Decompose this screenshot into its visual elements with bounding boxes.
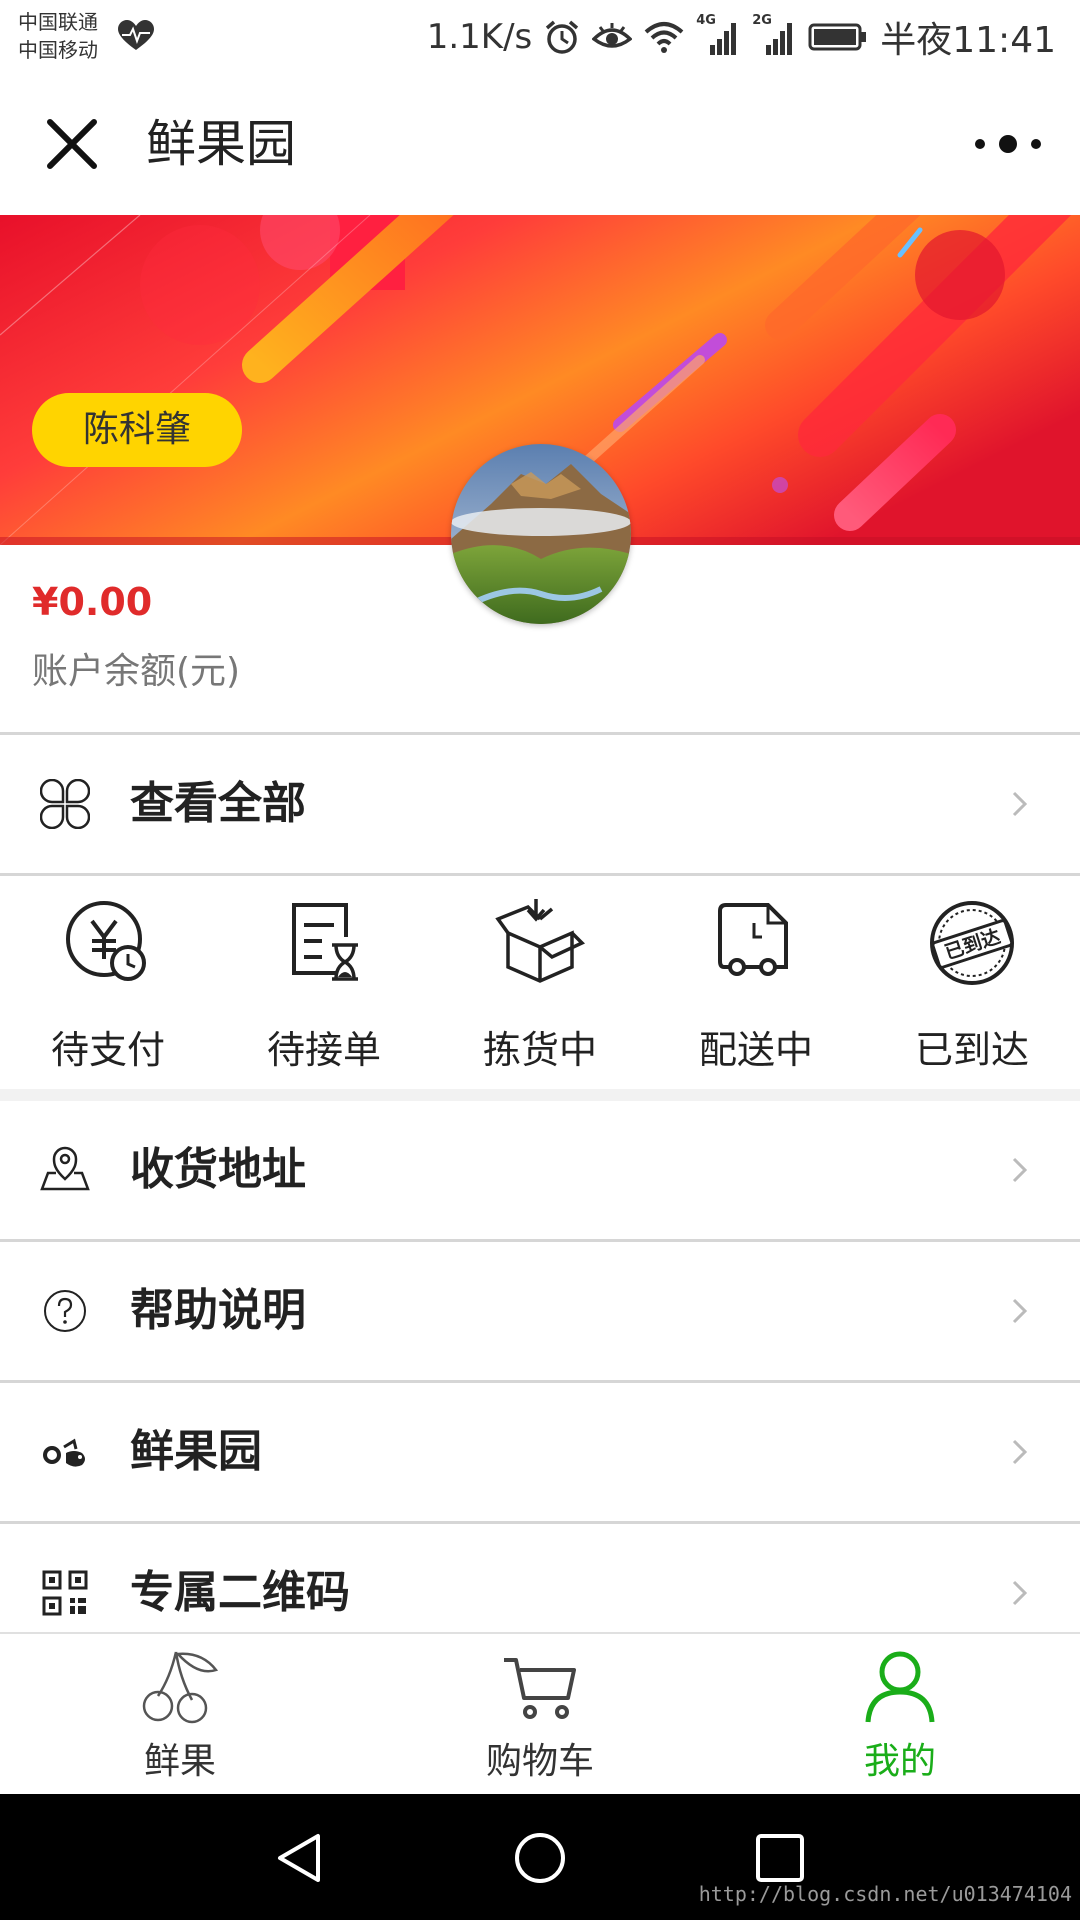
signal-2: 2G — [752, 13, 796, 57]
yuan-clock-icon — [66, 901, 146, 981]
chevron-right-icon — [1012, 1298, 1028, 1324]
section-gap — [0, 1089, 1080, 1101]
alarm-icon — [546, 20, 579, 54]
order-status-pending-payment[interactable]: 待支付 — [0, 877, 216, 1089]
tab-label: 我的 — [863, 1741, 936, 1782]
chevron-right-icon — [1012, 1439, 1028, 1465]
user-name-badge: 陈科肇 — [32, 393, 242, 467]
order-status-bar: 待支付 待接单 拣货中 配送中 已到达 已到达 — [0, 877, 1080, 1089]
delivery-truck-icon — [718, 903, 788, 976]
carrier-info: 中国联通 中国移动 — [18, 8, 98, 64]
qr-code-icon — [42, 1570, 88, 1616]
app-header: 鲜果园 — [0, 74, 1080, 214]
status-bar: 中国联通 中国移动 1.1K/s 4G 2G 半夜11:41 — [0, 0, 1080, 74]
carrier-1: 中国联通 — [18, 10, 98, 34]
wifi-icon — [644, 22, 684, 53]
order-status-awaiting-acceptance[interactable]: 待接单 — [216, 877, 432, 1089]
page-title: 鲜果园 — [146, 115, 296, 173]
view-all-orders-row[interactable]: 查看全部 — [0, 735, 1080, 873]
user-icon — [865, 1651, 935, 1723]
tab-fruit[interactable]: 鲜果 — [0, 1634, 360, 1796]
more-options-icon[interactable] — [970, 124, 1050, 164]
order-status-label: 配送中 — [698, 1028, 813, 1072]
order-status-label: 待支付 — [50, 1028, 165, 1072]
back-icon[interactable] — [272, 1830, 328, 1886]
menu-item-label: 帮助说明 — [130, 1285, 306, 1336]
avatar[interactable] — [451, 444, 631, 624]
location-pin-icon — [40, 1146, 90, 1191]
close-icon[interactable] — [40, 112, 104, 176]
home-icon[interactable] — [512, 1830, 568, 1886]
order-status-label: 待接单 — [266, 1028, 381, 1072]
clock-time: 半夜11:41 — [880, 20, 1056, 61]
order-status-label: 拣货中 — [482, 1028, 597, 1072]
menu-item-qr-code[interactable]: 专属二维码 — [0, 1524, 1080, 1632]
divider — [0, 873, 1080, 876]
signal-bars-icon — [710, 23, 737, 55]
order-status-arrived[interactable]: 已到达 已到达 — [864, 877, 1080, 1089]
eye-icon — [592, 23, 633, 48]
menu-item-label: 鲜果园 — [130, 1426, 262, 1477]
order-status-label: 已到达 — [914, 1028, 1029, 1072]
package-icon — [495, 899, 586, 983]
tab-label: 购物车 — [485, 1741, 594, 1782]
question-circle-icon — [44, 1290, 86, 1332]
signal-1: 4G — [696, 13, 740, 57]
chevron-right-icon — [1012, 1580, 1028, 1606]
recent-apps-icon[interactable] — [752, 1830, 808, 1886]
bottom-tab-bar: 鲜果 购物车 我的 — [0, 1632, 1080, 1796]
fruit-logo-icon — [43, 1438, 85, 1467]
clover-grid-icon — [40, 779, 90, 829]
tab-me[interactable]: 我的 — [720, 1634, 1080, 1796]
tab-label: 鲜果 — [143, 1741, 216, 1782]
tab-cart[interactable]: 购物车 — [360, 1634, 720, 1796]
menu-item-fruit-garden[interactable]: 鲜果园 — [0, 1383, 1080, 1521]
status-indicators: 1.1K/s 4G 2G 半夜11:41 — [427, 12, 1056, 62]
cherry-icon — [142, 1651, 219, 1724]
net-speed: 1.1K/s — [426, 17, 533, 57]
menu-item-label: 专属二维码 — [130, 1567, 350, 1618]
arrived-stamp-icon: 已到达 — [930, 901, 1014, 985]
menu-item-help[interactable]: 帮助说明 — [0, 1242, 1080, 1380]
balance-amount: ¥0.00 — [32, 580, 153, 624]
order-status-delivering[interactable]: 配送中 — [648, 877, 864, 1089]
menu-item-label: 收货地址 — [130, 1144, 306, 1195]
view-all-label: 查看全部 — [130, 778, 306, 829]
chevron-right-icon — [1012, 1157, 1028, 1183]
menu-item-address[interactable]: 收货地址 — [0, 1101, 1080, 1239]
order-hourglass-icon — [292, 903, 358, 981]
avatar-landscape-image — [451, 444, 631, 624]
balance-label: 账户余额(元) — [32, 651, 241, 692]
chevron-right-icon — [1012, 791, 1028, 817]
order-status-picking[interactable]: 拣货中 — [432, 877, 648, 1089]
battery-icon — [808, 23, 867, 51]
carrier-2: 中国移动 — [18, 38, 98, 62]
cart-icon — [504, 1658, 576, 1719]
heart-rate-icon — [118, 20, 154, 50]
watermark: http://blog.csdn.net/u013474104 — [698, 1882, 1072, 1906]
signal-bars-icon — [766, 23, 793, 55]
